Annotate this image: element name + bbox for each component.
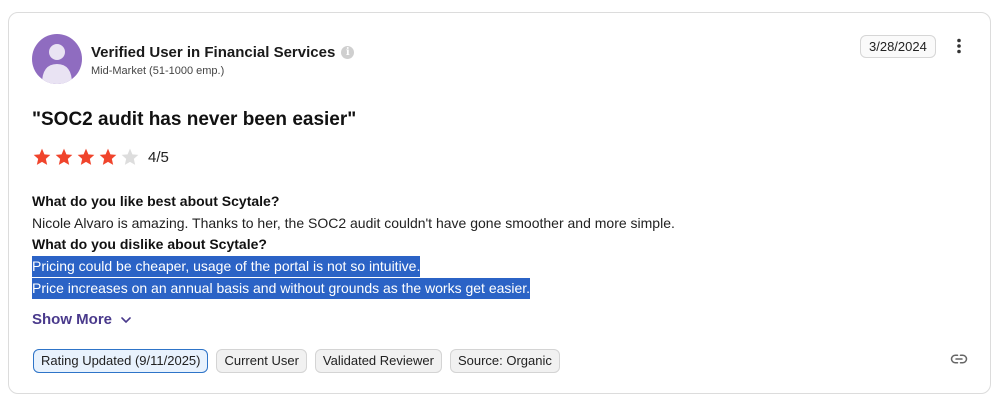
review-card: Verified User in Financial Services i Mi… <box>8 12 991 394</box>
tag-list: Rating Updated (9/11/2025) Current User … <box>33 349 560 373</box>
more-vertical-icon[interactable] <box>950 37 968 55</box>
avatar <box>32 34 82 84</box>
star-rating: 4/5 <box>32 147 169 167</box>
link-icon[interactable] <box>950 350 968 368</box>
tag-rating-updated: Rating Updated (9/11/2025) <box>33 349 209 373</box>
reviewer-name: Verified User in Financial Services <box>91 44 336 61</box>
star-filled-icon <box>77 148 95 165</box>
chevron-down-icon <box>121 316 131 323</box>
star-filled-icon <box>33 148 51 165</box>
review-title: "SOC2 audit has never been easier" <box>32 109 357 130</box>
tag-current-user: Current User <box>216 349 307 373</box>
dislike-answer-line1: Pricing could be cheaper, usage of the p… <box>32 256 421 277</box>
star-filled-icon <box>55 148 73 165</box>
like-question: What do you like best about Scytale? <box>32 193 280 209</box>
person-icon <box>42 44 72 84</box>
like-answer: Nicole Alvaro is amazing. Thanks to her,… <box>32 215 675 231</box>
highlighted-text: Pricing could be cheaper, usage of the p… <box>32 256 421 277</box>
reviewer-name-row: Verified User in Financial Services i <box>91 44 355 61</box>
star-empty-icon <box>121 148 139 165</box>
dislike-question: What do you dislike about Scytale? <box>32 236 267 252</box>
show-more-button[interactable]: Show More <box>32 311 132 328</box>
review-date: 3/28/2024 <box>860 35 936 58</box>
star-filled-icon <box>99 148 117 165</box>
show-more-label: Show More <box>32 311 113 328</box>
info-icon[interactable]: i <box>341 46 355 59</box>
tag-validated-reviewer: Validated Reviewer <box>314 349 442 373</box>
tag-source: Source: Organic <box>449 349 560 373</box>
highlighted-text: Price increases on an annual basis and w… <box>32 278 531 299</box>
dislike-answer-line2: Price increases on an annual basis and w… <box>32 278 531 299</box>
reviewer-segment: Mid-Market (51-1000 emp.) <box>91 65 225 77</box>
rating-text: 4/5 <box>148 148 169 166</box>
